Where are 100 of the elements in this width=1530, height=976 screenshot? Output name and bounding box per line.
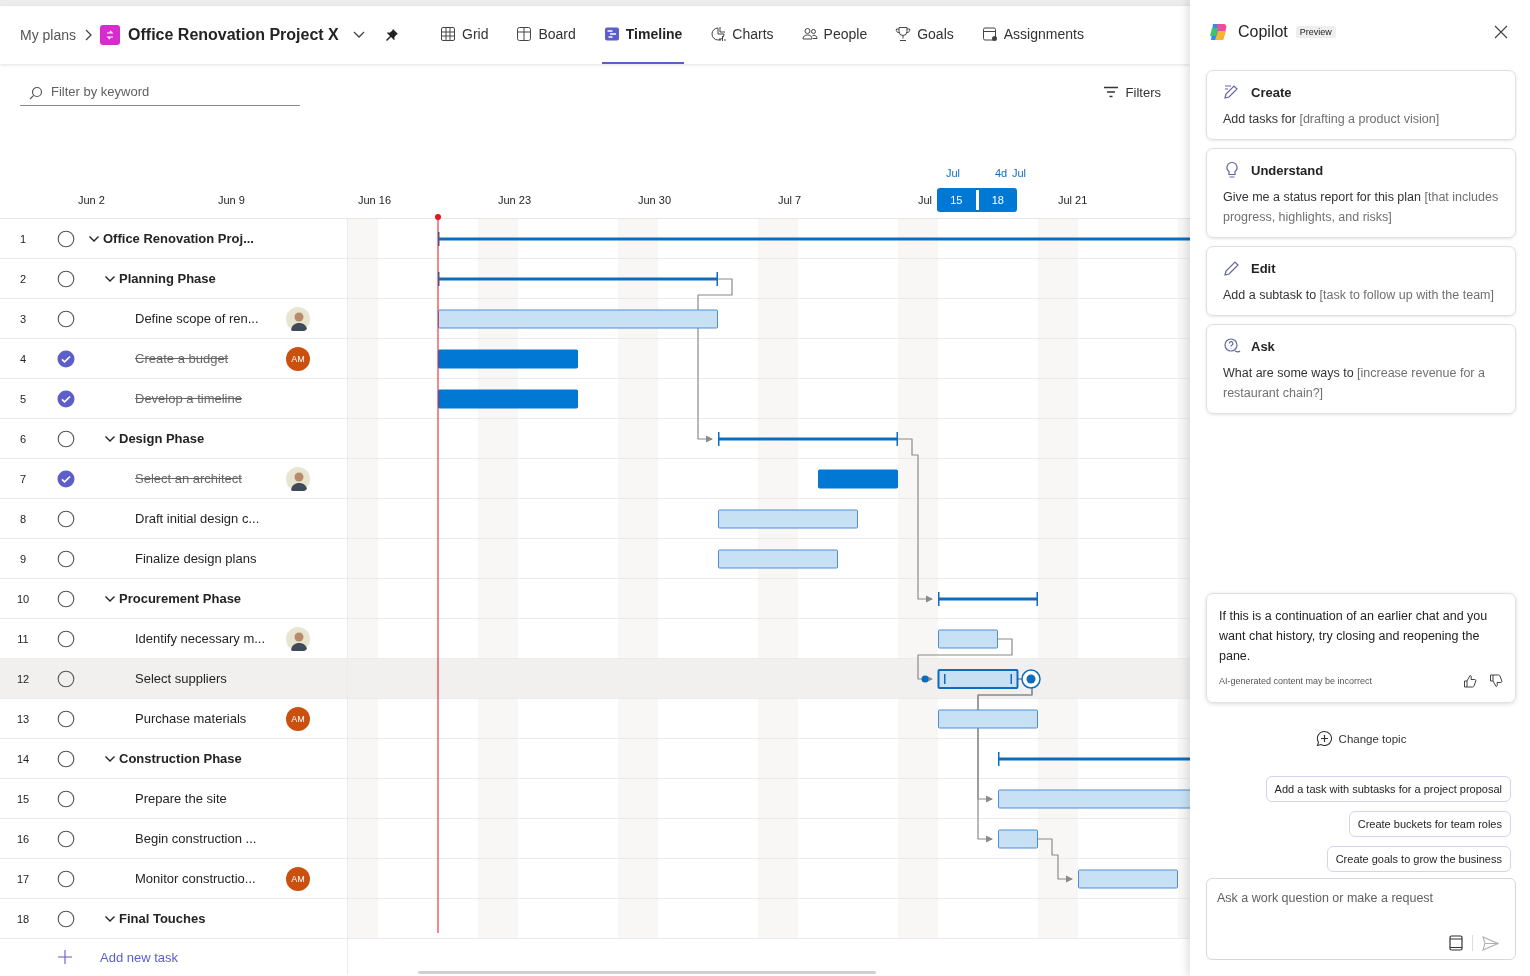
trophy-icon (895, 26, 912, 42)
view-tab[interactable]: Charts (708, 6, 776, 64)
date-range-chip[interactable]: 15 18 (937, 188, 1017, 212)
completed-checkbox[interactable] (57, 349, 75, 368)
task-name[interactable]: Identify necessary m... (135, 631, 286, 646)
dependency-arrow (1037, 838, 1074, 883)
prompt-text: What are some ways to [increase revenue for a restaurant chain?] (1223, 365, 1486, 402)
task-name[interactable]: Select an architect (135, 471, 286, 486)
thumbs-down-icon[interactable] (1489, 674, 1503, 688)
assignments-icon (981, 26, 998, 42)
row-number: 5 (18, 392, 28, 405)
task-checkbox[interactable] (57, 309, 75, 328)
completed-checkbox[interactable] (57, 389, 75, 408)
task-checkbox[interactable] (57, 749, 75, 768)
row-number: 15 (15, 792, 31, 805)
task-name[interactable]: Final Touches (119, 911, 347, 926)
task-checkbox[interactable] (57, 909, 75, 928)
view-tab[interactable]: Timeline (601, 6, 685, 64)
suggestion-chip[interactable]: Create goals to grow the business (1326, 846, 1511, 872)
summary-bar[interactable] (438, 272, 718, 286)
row-number: 1 (18, 232, 28, 245)
task-checkbox[interactable] (57, 229, 75, 248)
view-tab[interactable]: People (799, 6, 870, 64)
view-tab[interactable]: Grid (438, 6, 491, 64)
row-number: 16 (15, 832, 31, 845)
pin-icon[interactable] (384, 28, 399, 42)
prompt-card[interactable]: Understand Give me a status report for this plan [that includes progress, highlights, and risks] (1206, 148, 1516, 238)
add-task-link[interactable]: Add new task (100, 949, 179, 965)
summary-bar[interactable] (938, 592, 1038, 606)
task-name[interactable]: Planning Phase (119, 271, 347, 286)
task-name[interactable]: Select suppliers (135, 671, 347, 686)
task-checkbox[interactable] (57, 869, 75, 888)
range-end-month: Jul (1012, 167, 1027, 179)
task-name[interactable]: Begin construction ... (135, 831, 347, 846)
summary-bar[interactable] (998, 752, 1190, 766)
avatar-initials: AM (286, 866, 310, 891)
task-name[interactable]: Prepare the site (135, 791, 347, 806)
task-name[interactable]: Monitor constructio... (135, 871, 286, 886)
summary-bar[interactable] (718, 432, 898, 446)
prompt-card[interactable]: Create Add tasks for [drafting a product vision] (1206, 70, 1516, 140)
disclaimer-text: AI-generated content may be incorrect (1219, 676, 1374, 686)
timeline-date-label: Jul 7 (778, 194, 802, 206)
row-number: 10 (15, 592, 31, 605)
task-checkbox[interactable] (57, 709, 75, 728)
avatar-initials: AM (286, 346, 310, 371)
task-name[interactable]: Purchase materials (135, 711, 286, 726)
plan-title: Office Renovation Project X (128, 26, 339, 44)
today-marker (435, 214, 441, 220)
task-name[interactable]: Procurement Phase (119, 591, 347, 606)
row-number: 12 (15, 672, 31, 685)
task-bar[interactable] (937, 669, 1019, 689)
filter-field[interactable]: Filter by keyword (20, 78, 300, 106)
task-name[interactable]: Design Phase (119, 431, 347, 446)
pencil-icon (1223, 259, 1241, 277)
message-text: If this is a continuation of an earlier chat and you want chat history, try closing and reopening the pane. (1219, 608, 1489, 665)
thumbs-up-icon[interactable] (1463, 674, 1477, 688)
range-end-day: 18 (978, 194, 1017, 206)
scrollbar[interactable] (418, 971, 876, 974)
timeline-date-label: Jun 23 (498, 194, 532, 206)
summary-bar[interactable] (438, 232, 1190, 246)
task-name[interactable]: Define scope of ren... (135, 311, 286, 326)
task-checkbox[interactable] (57, 589, 75, 608)
panel-title: Copilot (1238, 23, 1288, 41)
chat-input[interactable]: Ask a work question or make a request (1206, 878, 1516, 960)
prompt-card[interactable]: Ask What are some ways to [increase revenue for a restaurant chain?] (1206, 324, 1516, 414)
task-name[interactable]: Draft initial design c... (135, 511, 347, 526)
filters-button[interactable]: Filters (1102, 82, 1161, 102)
prompt-text: Add tasks for [drafting a product vision] (1223, 111, 1441, 128)
suggestion-chip[interactable]: Create buckets for team roles (1348, 811, 1511, 837)
task-checkbox[interactable] (57, 269, 75, 288)
breadcrumb-link[interactable]: My plans (20, 27, 77, 43)
book-icon[interactable] (1449, 935, 1463, 951)
completed-checkbox[interactable] (57, 469, 75, 488)
timeline-date-label: Jul 21 (1058, 194, 1088, 206)
task-name[interactable]: Finalize design plans (135, 551, 347, 566)
suggestion-chip[interactable]: Add a task with subtasks for a project proposal (1265, 776, 1511, 802)
row-number: 11 (16, 632, 30, 645)
task-checkbox[interactable] (57, 549, 75, 568)
task-checkbox[interactable] (57, 429, 75, 448)
task-name[interactable]: Create a budget (135, 351, 286, 366)
drag-handle[interactable] (921, 675, 929, 683)
task-checkbox[interactable] (57, 509, 75, 528)
task-name[interactable]: Construction Phase (119, 751, 347, 766)
change-topic-button[interactable]: Change topic (1309, 729, 1413, 748)
task-name[interactable]: Office Renovation Proj... (103, 231, 347, 246)
message-field[interactable]: Ask a work question or make a request (1215, 889, 1507, 935)
close-icon[interactable] (1494, 25, 1508, 39)
task-checkbox[interactable] (57, 669, 75, 688)
view-tab[interactable]: Board (514, 6, 578, 64)
prompt-card[interactable]: Edit Add a subtask to [task to follow up with the team] (1206, 246, 1516, 316)
task-checkbox[interactable] (57, 829, 75, 848)
task-name[interactable]: Develop a timeline (135, 391, 347, 406)
view-tab[interactable]: Goals (893, 6, 956, 64)
task-checkbox[interactable] (57, 629, 75, 648)
view-tab[interactable]: Assignments (979, 6, 1086, 64)
range-length: 4d (995, 167, 1008, 179)
row-number: 9 (18, 552, 28, 565)
link-handle[interactable] (1021, 669, 1041, 689)
task-checkbox[interactable] (57, 789, 75, 808)
chevron-down-icon[interactable] (352, 31, 365, 39)
